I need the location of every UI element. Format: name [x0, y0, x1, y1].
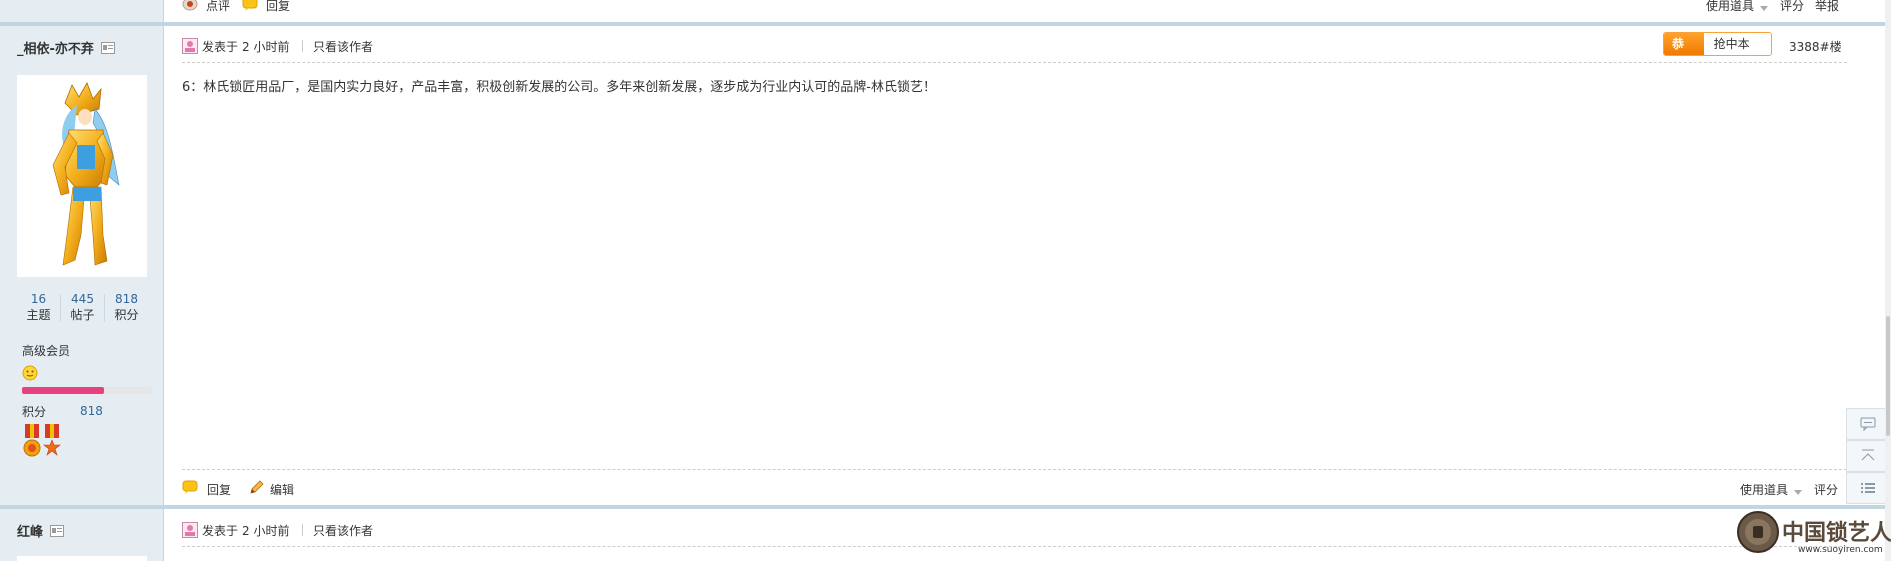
header-divider [302, 40, 303, 52]
post-content: 6：林氏锁匠用品厂，是国内实力良好，产品丰富，积极创新发展的公司。多年来创新发展… [182, 80, 936, 95]
avatar[interactable] [17, 75, 147, 277]
author-name[interactable]: _相依-亦不弃 [17, 42, 94, 57]
previous-post-footer: 点评 回复 使用道具 评分 举报 [0, 0, 1891, 22]
speech-bubble-icon [1860, 416, 1876, 435]
grab-floor-tag: 抢中本楼 [1713, 37, 1750, 51]
profile-card-icon[interactable] [49, 525, 64, 540]
reply-button[interactable]: 回复 [207, 481, 231, 498]
footer-divider-line [182, 469, 1847, 470]
rank-progress-bar [22, 387, 152, 394]
reply-icon [242, 0, 258, 14]
stat-credits[interactable]: 818 积分 [105, 292, 148, 323]
arrow-up-icon [1860, 448, 1876, 467]
header-divider [302, 524, 303, 536]
medal-icon[interactable] [42, 424, 62, 463]
comment-icon [182, 0, 198, 14]
post-time-icon [182, 522, 198, 541]
stat-label: 主题 [26, 308, 51, 322]
pencil-icon [249, 479, 265, 498]
post-separator [0, 505, 1891, 509]
smiley-icon [22, 365, 38, 384]
chevron-down-icon [1794, 485, 1802, 499]
reply-link[interactable]: 回复 [266, 0, 290, 14]
congrats-tag: 恭喜 [1664, 33, 1704, 55]
floor-number[interactable]: 3388#楼 [1789, 38, 1842, 55]
use-tools-link[interactable]: 使用道具 [1706, 0, 1754, 14]
scrollbar[interactable] [1885, 0, 1891, 561]
only-author-link[interactable]: 只看该作者 [313, 522, 373, 539]
author-name[interactable]: 红峰 [17, 525, 43, 540]
posted-label: 发表于 [202, 40, 239, 54]
author-header: 红峰 [17, 521, 64, 540]
posted-time: 2 小时前 [242, 40, 290, 54]
avatar[interactable] [17, 556, 147, 561]
comment-link[interactable]: 点评 [206, 0, 230, 14]
watermark-url: www.suoyiren.com [1798, 545, 1883, 555]
report-link[interactable]: 举报 [1815, 0, 1839, 14]
points-label: 积分 [22, 405, 47, 419]
points-value: 818 [80, 404, 103, 418]
rate-link[interactable]: 评分 [1780, 0, 1804, 14]
stat-label: 帖子 [70, 308, 95, 322]
rate-link[interactable]: 评分 [1814, 481, 1838, 498]
post-separator [0, 22, 1891, 26]
stat-value: 16 [30, 292, 47, 306]
quick-reply-button[interactable] [1846, 408, 1889, 440]
stat-topics[interactable]: 16 主题 [17, 292, 60, 323]
post-time-icon [182, 38, 198, 57]
stat-label: 积分 [114, 308, 139, 322]
profile-card-icon[interactable] [100, 42, 115, 57]
chevron-down-icon [1760, 1, 1768, 15]
author-stats: 16 主题 445 帖子 818 积分 [17, 292, 147, 326]
posted-label: 发表于 [202, 524, 239, 538]
member-rank[interactable]: 高级会员 [22, 342, 70, 359]
back-to-list-button[interactable] [1846, 472, 1889, 504]
watermark-brand: 中国锁艺人 [1782, 520, 1891, 546]
floor-award-badge[interactable]: 恭喜 抢中本楼 [1663, 32, 1772, 56]
watermark-logo-icon [1736, 510, 1780, 557]
back-to-top-button[interactable] [1846, 440, 1889, 472]
header-divider-line [182, 546, 1847, 547]
stat-posts[interactable]: 445 帖子 [61, 292, 104, 323]
medal-icon[interactable] [22, 424, 42, 463]
use-tools-link[interactable]: 使用道具 [1740, 481, 1788, 498]
scrollbar-thumb[interactable] [1886, 316, 1890, 436]
header-divider-line [182, 62, 1847, 63]
stat-value: 445 [71, 292, 94, 306]
posted-time: 2 小时前 [242, 524, 290, 538]
only-author-link[interactable]: 只看该作者 [313, 38, 373, 55]
author-header: _相依-亦不弃 [17, 38, 115, 57]
site-watermark: 中国锁艺人 www.suoyiren.com [1736, 510, 1891, 557]
list-icon [1860, 480, 1876, 499]
reply-icon [182, 480, 198, 497]
stat-value: 818 [115, 292, 138, 306]
edit-button[interactable]: 编辑 [270, 481, 294, 498]
rank-progress-fill [22, 387, 104, 394]
